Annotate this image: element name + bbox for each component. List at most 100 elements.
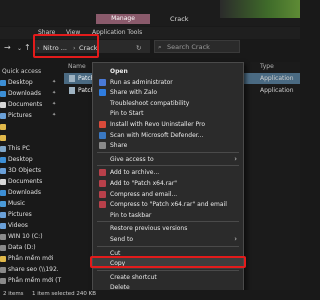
menu-item-label: Send to [110,236,134,243]
sidebar-item[interactable]: 3D Objects [0,167,62,177]
sidebar-item[interactable]: Downloads ✦ [0,90,62,100]
sidebar-item[interactable]: Desktop [0,156,62,166]
menu-item-label: Run as administrator [110,78,173,86]
menu-item[interactable]: Pin to taskbar [93,210,243,221]
menu-item-label: Give access to [110,155,154,163]
menu-item[interactable]: Install with Revo Uninstaller Pro [93,119,243,130]
sidebar-item[interactable]: Data (D:) [0,244,62,254]
folder-icon [0,245,6,251]
tab-application-tools[interactable]: Application Tools [92,29,142,36]
winrar-icon [99,169,106,177]
folder-icon [0,146,6,152]
sidebar-item-label: Phần mềm mới (T [8,277,62,284]
menu-item[interactable]: Pin to Start [93,108,243,119]
sidebar-item-label: Documents [8,178,43,185]
folder-icon [0,124,6,130]
status-selection: 1 item selected 240 KB [32,291,97,297]
menu-separator [97,269,239,271]
menu-item[interactable]: Send to › [93,234,243,245]
menu-item[interactable]: Create shortcut [93,272,243,283]
shield-icon [99,78,106,86]
manage-tab[interactable]: Manage [96,14,150,24]
folder-icon [0,190,6,196]
pin-icon: ✦ [52,101,57,107]
folder-icon [0,91,6,97]
address-highlight-box [33,34,99,58]
sidebar-item[interactable]: Pictures ✦ [0,112,62,122]
folder-icon [0,234,6,240]
menu-item[interactable]: Open [93,66,243,77]
winrar-icon [99,201,106,209]
sidebar-item-label: This PC [8,145,30,152]
menu-item[interactable]: Compress to "Patch x64.rar" and email [93,199,243,210]
sidebar-item[interactable] [0,123,62,133]
application-icon [69,75,75,82]
menu-item[interactable]: Scan with Microsoft Defender... [93,130,243,141]
menu-item[interactable]: Troubleshoot compatibility [93,98,243,109]
pin-icon: ✦ [52,79,57,85]
sidebar-item-label: Music [8,200,26,207]
menu-item-label: Open [110,68,128,75]
column-name[interactable]: Name [68,63,86,70]
menu-separator [97,245,239,247]
search-input[interactable]: ⌕ Search Crack [154,40,240,53]
menu-item[interactable]: Compress and email... [93,189,243,200]
menu-item-label: Share [110,142,128,150]
sidebar-item[interactable]: Documents [0,178,62,188]
sidebar-item-label: Videos [8,222,28,229]
sidebar-item-label: Quick access [2,68,42,75]
menu-item-label: Create shortcut [110,273,157,281]
menu-item[interactable]: Restore previous versions [93,223,243,234]
search-placeholder: Search Crack [167,43,210,51]
sidebar-item[interactable]: Pictures [0,211,62,221]
folder-icon [0,80,6,86]
zalo-icon [99,89,106,97]
sidebar-item[interactable]: Music [0,200,62,210]
menu-item-label: Share with Zalo [110,89,157,97]
menu-item[interactable]: Give access to › [93,154,243,165]
defender-icon [99,131,106,139]
sidebar-item[interactable]: Phần mềm mới [0,255,62,265]
navigation-pane: Quick access Desktop ✦ Downloads ✦ Documents ✦… [0,60,62,292]
sidebar-item-label: 3D Objects [8,167,42,174]
file-type: Application [260,75,294,82]
sidebar-item[interactable] [0,134,62,144]
sidebar-item-label: Desktop [8,79,33,86]
sidebar-item[interactable]: Quick access [0,68,62,78]
back-icon[interactable]: → [4,43,11,52]
folder-icon [0,201,6,207]
sidebar-item[interactable]: Desktop ✦ [0,79,62,89]
refresh-icon[interactable]: ↻ [136,44,141,52]
menu-item-label: Add to archive... [110,169,160,177]
sidebar-item[interactable]: Phần mềm mới (T [0,277,62,287]
copy-highlight-box [90,256,246,268]
menu-item[interactable]: Run as administrator [93,77,243,88]
application-icon [69,87,75,94]
up-icon[interactable]: ↑ [24,43,31,52]
menu-item[interactable]: Add to "Patch x64.rar" [93,178,243,189]
sidebar-item-label: Documents [8,101,43,108]
menu-item-label: Compress and email... [110,190,178,198]
sidebar-item[interactable]: share seo (\\192. [0,266,62,276]
sidebar-item[interactable]: Documents ✦ [0,101,62,111]
menu-item-label: Install with Revo Uninstaller Pro [110,121,206,128]
column-type[interactable]: Type [260,63,274,70]
sidebar-item[interactable]: WIN 10 (C:) [0,233,62,243]
status-bar: 2 items 1 item selected 240 KB [0,290,300,300]
sidebar-item[interactable]: Videos [0,222,62,232]
menu-item[interactable]: Add to archive... [93,167,243,178]
menu-separator [97,221,239,223]
window-title: Crack [170,15,189,23]
sidebar-item-label: Data (D:) [8,244,36,251]
menu-item[interactable]: Share with Zalo [93,87,243,98]
folder-icon [0,278,6,284]
menu-item[interactable]: Share [93,140,243,151]
submenu-arrow-icon: › [234,154,237,163]
menu-item-label: Pin to taskbar [110,211,152,219]
sidebar-item[interactable]: This PC [0,145,62,155]
pin-icon: ✦ [52,112,57,118]
folder-icon [0,102,6,108]
sidebar-item[interactable]: Downloads [0,189,62,199]
chevron-down-icon[interactable]: ⌄ [17,45,22,52]
status-item-count: 2 items [3,291,24,297]
